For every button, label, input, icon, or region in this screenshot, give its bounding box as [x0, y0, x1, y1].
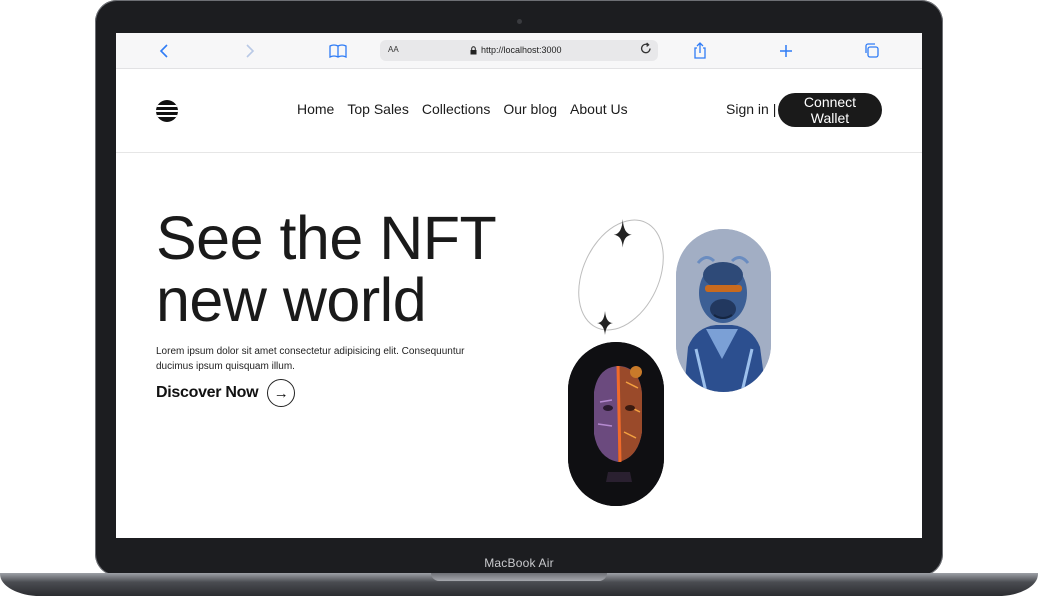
nav-link-home[interactable]: Home [297, 101, 334, 117]
device-model-label: MacBook Air [484, 556, 554, 570]
reload-icon[interactable] [640, 42, 652, 58]
discover-now-label: Discover Now [156, 384, 259, 401]
tabs-icon[interactable] [862, 33, 882, 68]
browser-screen: AA http://localhost:3000 Home Top Sales [116, 33, 922, 538]
address-bar[interactable]: AA http://localhost:3000 [380, 40, 658, 61]
nav-link-top-sales[interactable]: Top Sales [347, 101, 408, 117]
logo-icon[interactable] [156, 100, 178, 122]
nft-head-image[interactable] [568, 342, 664, 506]
sparkle-icon [597, 311, 613, 335]
laptop-bezel-bottom: MacBook Air [100, 553, 938, 573]
connect-wallet-button[interactable]: Connect Wallet [778, 93, 882, 127]
hero-title: See the NFT new world [156, 204, 497, 334]
url-text: http://localhost:3000 [481, 45, 562, 55]
site-header: Home Top Sales Collections Our blog Abou… [116, 68, 922, 153]
nav-link-collections[interactable]: Collections [422, 101, 490, 117]
nav-link-about[interactable]: About Us [570, 101, 628, 117]
lock-icon [470, 45, 477, 54]
arrow-right-icon: → [267, 379, 296, 407]
main-nav: Home Top Sales Collections Our blog Abou… [297, 101, 628, 117]
laptop-base-notch [431, 573, 607, 581]
chevron-right-icon[interactable] [240, 33, 260, 68]
chevron-left-icon[interactable] [154, 33, 174, 68]
sparkle-icon [613, 219, 632, 248]
browser-toolbar: AA http://localhost:3000 [116, 33, 922, 69]
nft-gorilla-image[interactable] [676, 229, 771, 392]
plus-icon[interactable] [776, 33, 796, 68]
text-size-button[interactable]: AA [388, 45, 399, 54]
share-icon[interactable] [690, 33, 710, 68]
hero-description: Lorem ipsum dolor sit amet consectetur a… [156, 346, 465, 372]
discover-now-button[interactable]: Discover Now → [156, 379, 296, 407]
hero-title-line-2: new world [156, 266, 427, 334]
hero-title-line-1: See the NFT [156, 204, 497, 272]
camera-icon [517, 19, 522, 24]
nav-link-blog[interactable]: Our blog [503, 101, 557, 117]
sign-in-link[interactable]: Sign in | [726, 101, 776, 117]
book-icon[interactable] [327, 33, 349, 68]
oval-sparkle-decoration [578, 219, 664, 335]
